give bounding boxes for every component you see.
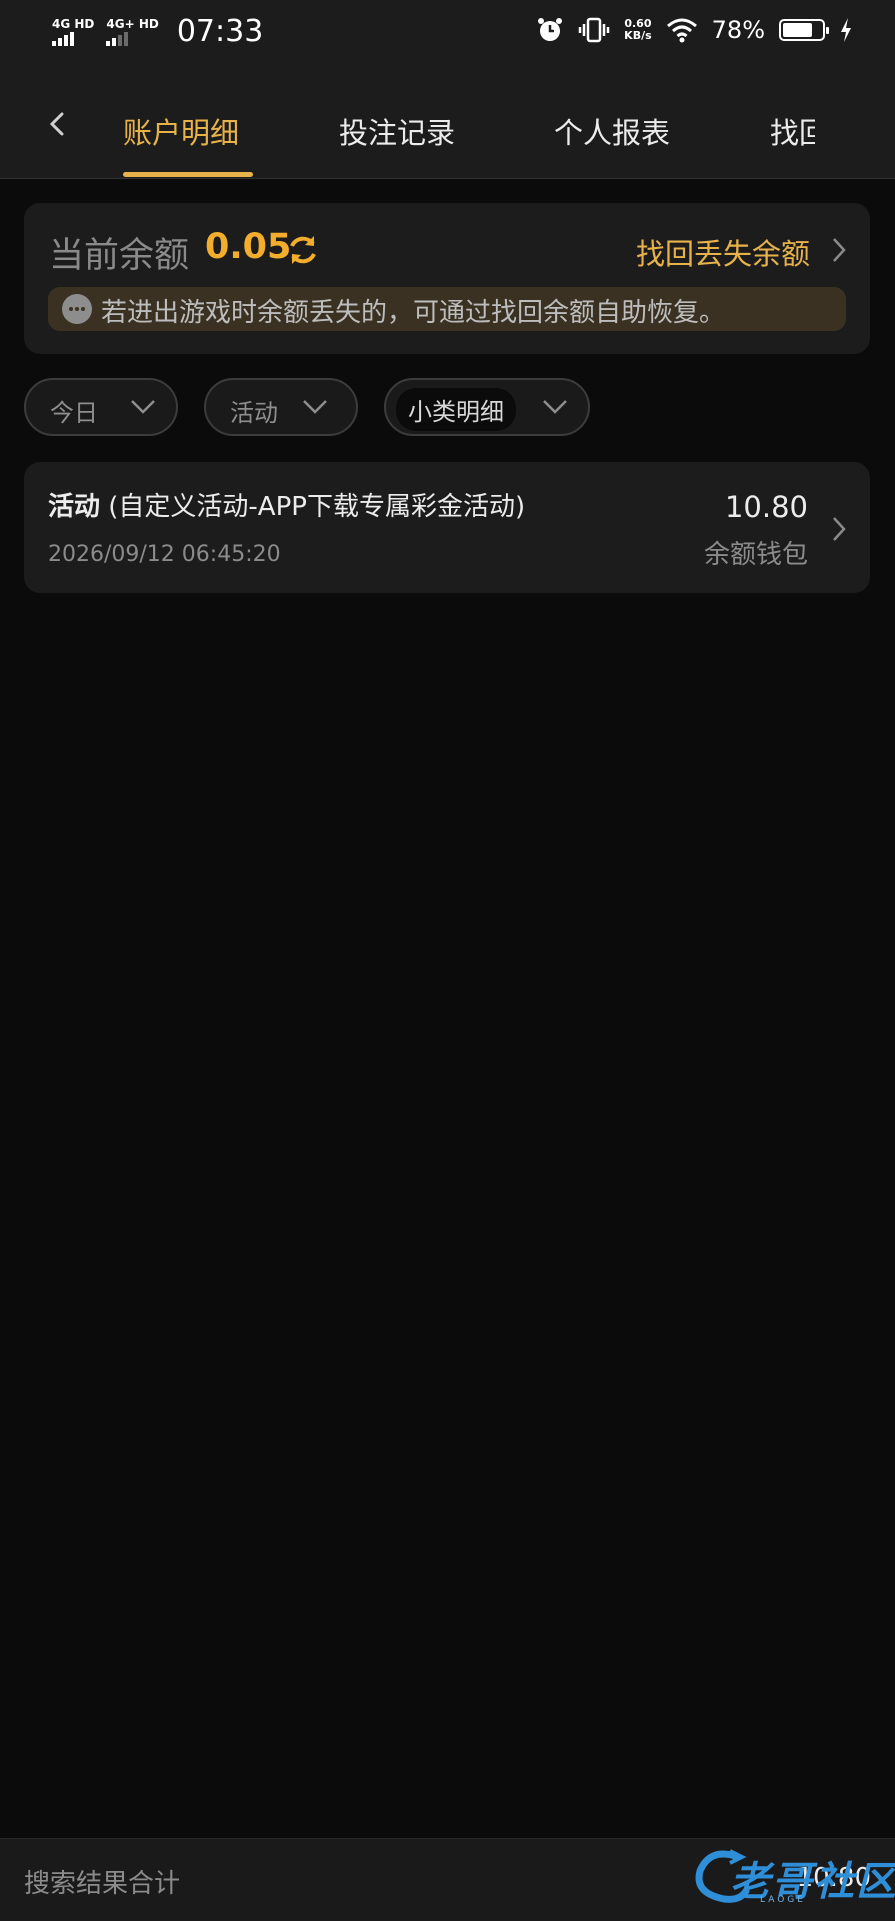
- chevron-right-icon[interactable]: [830, 236, 848, 264]
- status-bar: 4G HD 4G+ HD 07:33 0.60 KB/s 78%: [0, 0, 895, 70]
- signal-1-label: 4G HD: [52, 16, 95, 31]
- watermark-text: 老哥社区: [730, 1859, 895, 1905]
- chevron-down-icon: [131, 400, 155, 414]
- status-time: 07:33: [176, 14, 264, 49]
- footer-label: 搜索结果合计: [24, 1869, 181, 1899]
- record-amount: 10.80: [724, 490, 808, 524]
- filter-date-label: 今日: [50, 399, 98, 427]
- chevron-right-icon: [833, 517, 846, 541]
- notice-bar: 若进出游戏时余额丢失的，可通过找回余额自助恢复。: [48, 287, 846, 331]
- watermark-logo: 老哥社区 LAOGE: [690, 1843, 895, 1913]
- footer-summary: 搜索结果合计 10.80 老哥社区 LAOGE: [0, 1838, 895, 1921]
- battery-percent: 78%: [711, 16, 765, 44]
- battery-icon: [779, 19, 829, 41]
- back-arrow-icon[interactable]: [46, 110, 70, 138]
- record-time: 2026/09/12 06:45:20: [48, 542, 281, 567]
- balance-card: 当前余额 0.05 找回丢失余额 若进出游戏时余额丢失的，可通过找回余额自助恢复…: [24, 203, 870, 354]
- cellular-signal-2-icon: 4G+ HD: [106, 16, 159, 46]
- tab-account-details[interactable]: 账户明细: [123, 110, 239, 152]
- active-tab-indicator: [123, 172, 253, 177]
- net-speed-unit: KB/s: [624, 29, 652, 42]
- filter-subcategory[interactable]: 小类明细: [384, 378, 590, 436]
- record-wallet: 余额钱包: [703, 540, 808, 570]
- chevron-down-icon: [303, 400, 327, 414]
- tab-personal-report[interactable]: 个人报表: [554, 110, 670, 152]
- alarm-icon: [538, 18, 563, 41]
- net-speed: 0.60 KB/s: [624, 18, 651, 42]
- watermark-subtext: LAOGE: [760, 1895, 806, 1905]
- chevron-down-icon: [543, 400, 567, 414]
- record-detail: (自定义活动-APP下载专属彩金活动): [100, 492, 526, 522]
- filter-category-label: 活动: [230, 399, 278, 427]
- list-item[interactable]: 活动 (自定义活动-APP下载专属彩金活动) 2026/09/12 06:45:…: [24, 462, 870, 593]
- filter-date[interactable]: 今日: [24, 378, 178, 436]
- notice-text: 若进出游戏时余额丢失的，可通过找回余额自助恢复。: [101, 298, 726, 328]
- balance-label: 当前余额: [49, 236, 190, 276]
- signal-2-label: 4G+ HD: [106, 16, 159, 31]
- tab-recover[interactable]: 找回: [770, 110, 815, 152]
- refresh-icon[interactable]: [286, 233, 320, 267]
- charging-icon: [841, 18, 851, 42]
- vibrate-icon: [578, 17, 610, 43]
- wifi-icon: [666, 18, 697, 43]
- tab-bet-records[interactable]: 投注记录: [339, 110, 455, 152]
- filter-subcategory-label: 小类明细: [396, 388, 516, 431]
- filter-category[interactable]: 活动: [204, 378, 358, 436]
- record-title: 活动 (自定义活动-APP下载专属彩金活动): [48, 486, 525, 523]
- cellular-signal-1-icon: 4G HD: [52, 18, 94, 46]
- recover-lost-balance-link[interactable]: 找回丢失余额: [636, 231, 810, 273]
- nav-bar: 账户明细 投注记录 个人报表 找回: [0, 70, 895, 179]
- record-category: 活动: [48, 492, 101, 522]
- chat-bubble-icon: [62, 294, 92, 324]
- balance-value: 0.05: [205, 227, 292, 267]
